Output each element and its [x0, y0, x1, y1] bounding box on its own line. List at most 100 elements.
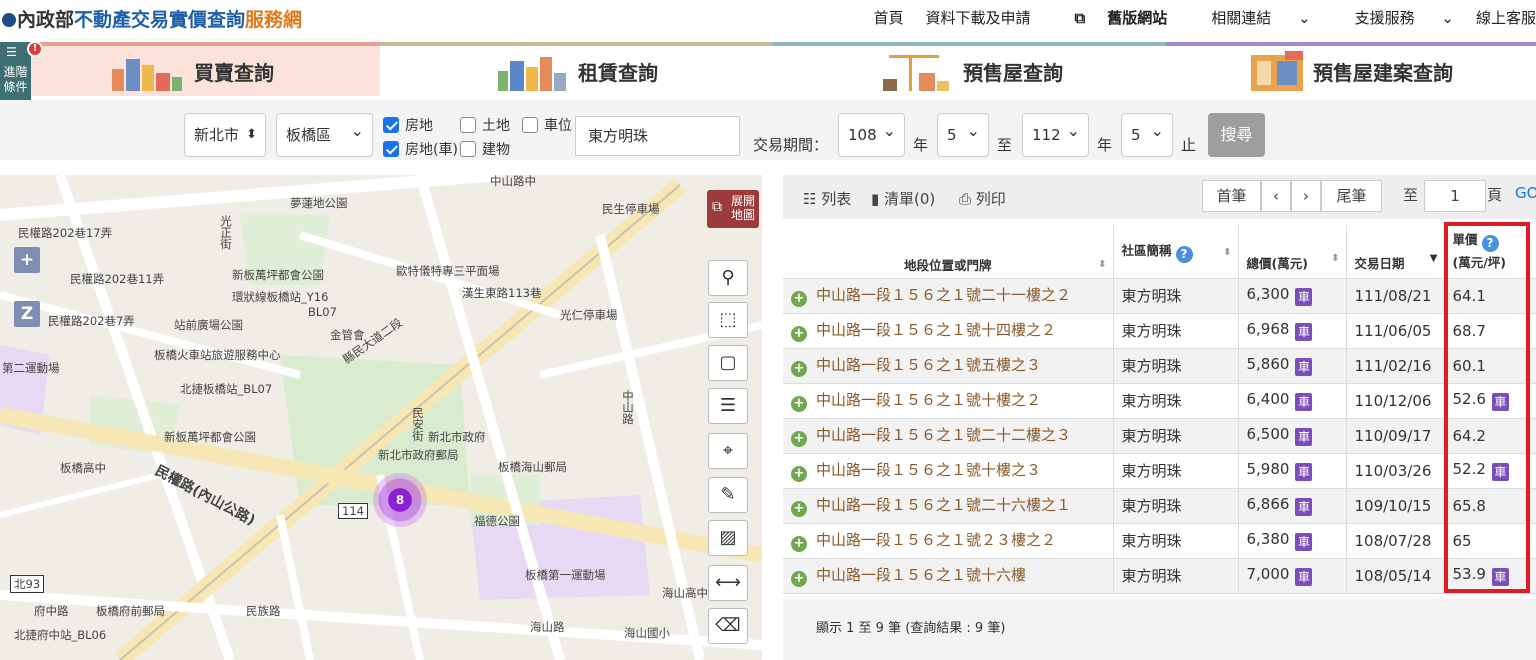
- parking-badge: 車: [1491, 568, 1509, 586]
- expand-row-icon[interactable]: +: [791, 291, 807, 307]
- map-panel[interactable]: 中山路中 夢蓮地公園 光正街 民權路202巷17弄 民權路202巷11弄 民權路…: [0, 175, 762, 660]
- help-icon[interactable]: ?: [1481, 234, 1499, 252]
- locate-me-icon[interactable]: ⌖: [708, 433, 748, 469]
- cell-address[interactable]: + 中山路一段１５６之１號二十一樓之２: [783, 278, 1114, 314]
- expand-row-icon[interactable]: +: [791, 501, 807, 517]
- hatch-area-tool-icon[interactable]: ▨: [708, 520, 748, 556]
- month-to-select[interactable]: 5: [1121, 110, 1173, 157]
- expand-row-icon[interactable]: +: [791, 361, 807, 377]
- col-address[interactable]: 地段位置或門牌 ⬍: [783, 225, 1114, 279]
- type-house-checkbox[interactable]: 房地: [383, 115, 433, 135]
- total-text: 7,000: [1246, 565, 1290, 583]
- cell-date: 111/08/21: [1346, 278, 1445, 314]
- go-button[interactable]: GO: [1515, 184, 1536, 202]
- cell-address[interactable]: + 中山路一段１５６之１號十樓之２: [783, 383, 1114, 419]
- nav-old-site[interactable]: ⧉ 舊版網站: [1053, 7, 1168, 28]
- expand-row-icon[interactable]: +: [791, 571, 807, 587]
- cell-address[interactable]: + 中山路一段１５６之１號五樓之３: [783, 348, 1114, 384]
- table-row[interactable]: + 中山路一段１５６之１號十樓之３ 東方明珠 5,980 車 110/03/26 52.2 車: [783, 453, 1536, 489]
- nav-download[interactable]: 資料下載及申請: [926, 7, 1031, 28]
- nav-online-service[interactable]: 線上客服: [1476, 7, 1536, 28]
- expand-row-icon[interactable]: +: [791, 326, 807, 342]
- measure-tool-icon[interactable]: ⟷: [708, 565, 748, 601]
- tab-rent-label: 租賃查詢: [578, 60, 658, 85]
- table-row[interactable]: + 中山路一段１５６之１號十樓之２ 東方明珠 6,400 車 110/12/06 52.6 車: [783, 383, 1536, 419]
- help-icon[interactable]: ?: [1175, 245, 1193, 263]
- expand-row-icon[interactable]: +: [791, 431, 807, 447]
- tab-buy[interactable]: 買賣查詢: [0, 42, 380, 96]
- crane-icon: [883, 55, 949, 91]
- year-unit-label: 年: [1097, 136, 1113, 154]
- map-label: 站前廣場公園: [174, 318, 243, 332]
- first-page-button[interactable]: 首筆: [1202, 180, 1261, 212]
- table-row[interactable]: + 中山路一段１５６之１號二十二樓之３ 東方明珠 6,500 車 110/09/17 64.…: [783, 418, 1536, 454]
- keyword-input[interactable]: 東方明珠: [575, 116, 740, 156]
- nav-support[interactable]: 支援服務 ⌄: [1333, 7, 1454, 28]
- prev-page-button[interactable]: ‹: [1261, 180, 1291, 212]
- cell-address[interactable]: + 中山路一段１５６之１號十樓之３: [783, 453, 1114, 489]
- month-from-select[interactable]: 5: [937, 110, 989, 157]
- next-page-button[interactable]: ›: [1291, 180, 1321, 212]
- parking-badge: 車: [1491, 393, 1509, 411]
- type-building-checkbox[interactable]: 建物: [460, 139, 510, 159]
- keyword-value: 東方明珠: [588, 127, 649, 145]
- expand-map-button[interactable]: ⧉ 展開地圖: [707, 190, 759, 228]
- type-house-car-checkbox[interactable]: 房地(車): [383, 139, 458, 159]
- tab-presale-project[interactable]: 預售屋建案查詢: [1166, 42, 1536, 96]
- zoom-in-button[interactable]: +: [14, 247, 40, 273]
- type-house-label: 房地: [405, 118, 433, 134]
- cell-address[interactable]: + 中山路一段１５６之１號十四樓之２: [783, 313, 1114, 349]
- table-row[interactable]: + 中山路一段１５６之１號十六樓 東方明珠 7,000 車 108/05/14 53.9 車: [783, 558, 1536, 594]
- zoom-out-button[interactable]: Z: [14, 301, 40, 327]
- table-row[interactable]: + 中山路一段１５６之１號二十六樓之１ 東方明珠 6,866 車 109/10/15 65.…: [783, 488, 1536, 524]
- district-select[interactable]: 板橋區: [276, 110, 373, 157]
- table-row[interactable]: + 中山路一段１５６之１號２３樓之２ 東方明珠 6,380 車 108/07/28 65: [783, 523, 1536, 559]
- col-unit-price[interactable]: 單價? (萬元/坪): [1444, 225, 1536, 279]
- select-area-tool-icon[interactable]: ⬚: [708, 302, 748, 338]
- last-page-button[interactable]: 尾筆: [1321, 180, 1382, 212]
- expand-row-icon[interactable]: +: [791, 536, 807, 552]
- list-view-button[interactable]: ☷ 列表: [803, 188, 851, 209]
- result-cluster-marker[interactable]: 8: [373, 473, 427, 527]
- year-to-value: 112: [1032, 126, 1061, 144]
- location-pin-tool-icon[interactable]: ⚲: [708, 260, 748, 296]
- cell-address[interactable]: + 中山路一段１５６之１號二十六樓之１: [783, 488, 1114, 524]
- map-label: 福德公園: [474, 514, 520, 528]
- cell-unit-price: 65: [1444, 523, 1536, 559]
- search-button[interactable]: 搜尋: [1208, 113, 1265, 157]
- checkbox-unchecked: [522, 117, 538, 133]
- cell-address[interactable]: + 中山路一段１５６之１號十六樓: [783, 558, 1114, 594]
- city-select[interactable]: 新北市: [184, 113, 266, 157]
- expand-row-icon[interactable]: +: [791, 466, 807, 482]
- tab-rent[interactable]: 租賃查詢: [380, 42, 772, 96]
- type-land-checkbox[interactable]: 土地: [460, 115, 510, 135]
- cell-address[interactable]: + 中山路一段１５６之１號２３樓之２: [783, 523, 1114, 559]
- map-label: 環狀線板橋站_Y16: [232, 290, 329, 304]
- print-button[interactable]: ⎙ 列印: [959, 188, 1006, 209]
- site-logo[interactable]: 內政部不動產交易實價查詢服務網: [2, 5, 302, 32]
- cell-address[interactable]: + 中山路一段１５６之１號二十二樓之３: [783, 418, 1114, 454]
- rectangle-select-tool-icon[interactable]: ▢: [708, 345, 748, 381]
- advanced-filter-button[interactable]: ! ☰ 進階 條件: [0, 41, 43, 100]
- layers-icon[interactable]: ☰: [708, 388, 748, 424]
- col-date[interactable]: 交易日期 ▼: [1346, 225, 1445, 279]
- year-from-select[interactable]: 108: [838, 110, 905, 157]
- tab-presale[interactable]: 預售屋查詢: [772, 42, 1166, 96]
- type-parking-checkbox[interactable]: 車位: [522, 115, 572, 135]
- year-to-select[interactable]: 112: [1022, 110, 1089, 157]
- draw-tool-icon[interactable]: ✎: [708, 477, 748, 513]
- col-community[interactable]: 社區簡稱? ⬍: [1113, 225, 1239, 279]
- nav-home[interactable]: 首頁: [874, 7, 904, 28]
- table-row[interactable]: + 中山路一段１５６之１號二十一樓之２ 東方明珠 6,300 車 111/08/21 64.…: [783, 278, 1536, 314]
- table-row[interactable]: + 中山路一段１５６之１號十四樓之２ 東方明珠 6,968 車 111/06/05 68.7: [783, 313, 1536, 349]
- nav-links[interactable]: 相關連結 ⌄: [1189, 7, 1310, 28]
- parking-badge: 車: [1295, 393, 1313, 411]
- expand-row-icon[interactable]: +: [791, 396, 807, 412]
- page-input[interactable]: 1: [1424, 180, 1486, 212]
- address-text: 中山路一段１５６之１號十樓之３: [816, 461, 1042, 479]
- cart-button[interactable]: ▮ 清單(0): [871, 188, 935, 209]
- table-row[interactable]: + 中山路一段１５６之１號五樓之３ 東方明珠 5,860 車 111/02/16 60.1: [783, 348, 1536, 384]
- eraser-icon[interactable]: ⌫: [708, 608, 748, 644]
- parking-badge: 車: [1295, 568, 1313, 586]
- col-total[interactable]: 總價(萬元) ⬍: [1238, 225, 1347, 279]
